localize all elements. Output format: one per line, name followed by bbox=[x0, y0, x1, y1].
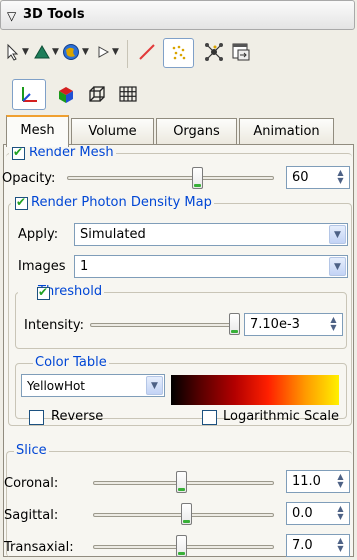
color-table-value: YellowHot bbox=[27, 379, 86, 393]
slice-label: Slice bbox=[14, 443, 49, 458]
reverse-checkbox[interactable] bbox=[29, 410, 44, 425]
render-photon-checkbox[interactable] bbox=[15, 195, 28, 210]
transaxial-value: 7.0 bbox=[292, 538, 313, 553]
spinner-arrows-icon[interactable]: ▲ ▼ bbox=[334, 505, 347, 522]
intensity-value: 7.10e-3 bbox=[250, 317, 300, 332]
chevron-down-icon[interactable]: ▼ bbox=[146, 376, 163, 395]
sagittal-label: Sagittal: bbox=[4, 508, 59, 523]
threshold-header: Threshold bbox=[18, 284, 105, 299]
pointer-tool-dropdown[interactable]: ▼ bbox=[6, 40, 29, 64]
export-window-icon bbox=[232, 43, 250, 61]
transaxial-spinner[interactable]: 7.0 ▲ ▼ bbox=[286, 534, 350, 557]
intensity-spinner[interactable]: 7.10e-3 ▲ ▼ bbox=[244, 313, 343, 336]
render-mesh-checkbox[interactable] bbox=[12, 145, 25, 160]
images-label: Images bbox=[18, 259, 66, 274]
images-select[interactable]: 1 ▼ bbox=[74, 255, 348, 278]
tab-animation[interactable]: Animation bbox=[239, 118, 334, 144]
opacity-label: Opacity: bbox=[2, 171, 56, 186]
intensity-slider-thumb[interactable] bbox=[229, 313, 240, 335]
chevron-down-icon: ▼ bbox=[82, 47, 89, 57]
spinner-arrows-icon[interactable]: ▲ ▼ bbox=[334, 169, 347, 186]
logarithmic-label: Logarithmic Scale bbox=[223, 409, 340, 424]
threshold-checkbox[interactable] bbox=[37, 285, 50, 300]
window-title: 3D Tools bbox=[23, 7, 85, 22]
coronal-slider-thumb[interactable] bbox=[176, 471, 187, 493]
sagittal-slider-thumb[interactable] bbox=[181, 503, 192, 525]
spinner-arrows-icon[interactable]: ▲ ▼ bbox=[334, 473, 347, 490]
chevron-down-icon: ▼ bbox=[22, 47, 29, 57]
tab-mesh-label: Mesh bbox=[20, 123, 55, 138]
transaxial-slider-thumb[interactable] bbox=[176, 535, 187, 557]
chevron-down-icon: ▼ bbox=[112, 47, 119, 57]
collapse-triangle-icon[interactable]: ▽ bbox=[7, 9, 16, 23]
wireframe-cube-button[interactable] bbox=[86, 82, 108, 106]
intensity-label: Intensity: bbox=[24, 318, 85, 333]
diagonal-line-icon bbox=[139, 44, 155, 60]
opacity-slider-track[interactable] bbox=[67, 176, 274, 180]
axes-view-button[interactable] bbox=[12, 79, 46, 110]
opacity-slider-thumb[interactable] bbox=[192, 167, 203, 189]
tab-organs-label: Organs bbox=[173, 124, 220, 139]
tool-window-title[interactable]: ▽ 3D Tools bbox=[0, 0, 355, 30]
molecule-icon bbox=[205, 43, 223, 61]
color-cube-icon bbox=[59, 87, 73, 103]
photon-density-header: Render Photon Density Map bbox=[11, 195, 214, 210]
sagittal-value: 0.0 bbox=[292, 506, 313, 521]
export-tool-button[interactable] bbox=[231, 40, 251, 64]
sagittal-spinner[interactable]: 0.0 ▲ ▼ bbox=[286, 502, 350, 525]
play-arrow-icon bbox=[98, 46, 110, 58]
color-cube-button[interactable] bbox=[55, 82, 77, 106]
intensity-slider-track[interactable] bbox=[90, 323, 238, 327]
play-tool-dropdown[interactable]: ▼ bbox=[96, 40, 119, 64]
images-value: 1 bbox=[80, 259, 89, 274]
wireframe-cube-icon bbox=[89, 86, 105, 102]
render-mesh-label: Render Mesh bbox=[29, 145, 114, 160]
spinner-arrows-icon[interactable]: ▲ ▼ bbox=[327, 316, 340, 333]
apply-select[interactable]: Simulated ▼ bbox=[74, 223, 348, 246]
color-table-label: Color Table bbox=[33, 355, 109, 370]
apply-value: Simulated bbox=[80, 227, 146, 242]
spinner-arrows-icon[interactable]: ▲ ▼ bbox=[334, 537, 347, 554]
points-tool-button[interactable] bbox=[163, 38, 194, 68]
color-gradient-preview bbox=[171, 375, 339, 405]
tab-organs[interactable]: Organs bbox=[156, 118, 237, 144]
chevron-down-icon[interactable]: ▼ bbox=[329, 225, 346, 244]
render-photon-label: Render Photon Density Map bbox=[31, 195, 212, 210]
tab-volume-label: Volume bbox=[88, 124, 137, 139]
coronal-label: Coronal: bbox=[4, 476, 59, 491]
coronal-value: 11.0 bbox=[292, 474, 321, 489]
color-table-select[interactable]: YellowHot ▼ bbox=[21, 374, 165, 397]
tab-animation-label: Animation bbox=[253, 124, 320, 139]
chevron-down-icon[interactable]: ▼ bbox=[329, 257, 346, 276]
reverse-label: Reverse bbox=[51, 409, 104, 424]
pointer-icon bbox=[7, 43, 19, 61]
chevron-down-icon: ▼ bbox=[52, 47, 59, 57]
logarithmic-checkbox[interactable] bbox=[202, 410, 217, 425]
grid-icon bbox=[119, 86, 137, 102]
dotted-points-icon bbox=[172, 45, 186, 60]
toolbar-separator bbox=[127, 40, 128, 68]
molecule-tool-button[interactable] bbox=[203, 40, 225, 64]
coronal-spinner[interactable]: 11.0 ▲ ▼ bbox=[286, 470, 350, 493]
line-tool-button[interactable] bbox=[137, 40, 157, 64]
opacity-spinner[interactable]: 60 ▲ ▼ bbox=[286, 166, 350, 189]
globe-icon bbox=[63, 44, 79, 60]
shape-tool-dropdown[interactable]: ▼ bbox=[34, 40, 59, 64]
tab-mesh[interactable]: Mesh bbox=[6, 115, 69, 147]
transaxial-label: Transaxial: bbox=[4, 540, 74, 555]
apply-label: Apply: bbox=[18, 227, 59, 242]
tab-volume[interactable]: Volume bbox=[71, 118, 154, 144]
grid-view-button[interactable] bbox=[118, 82, 138, 106]
opacity-value: 60 bbox=[292, 170, 309, 185]
globe-tool-dropdown[interactable]: ▼ bbox=[62, 40, 89, 64]
triangle-shape-icon bbox=[34, 45, 50, 59]
axes-icon bbox=[22, 87, 37, 102]
